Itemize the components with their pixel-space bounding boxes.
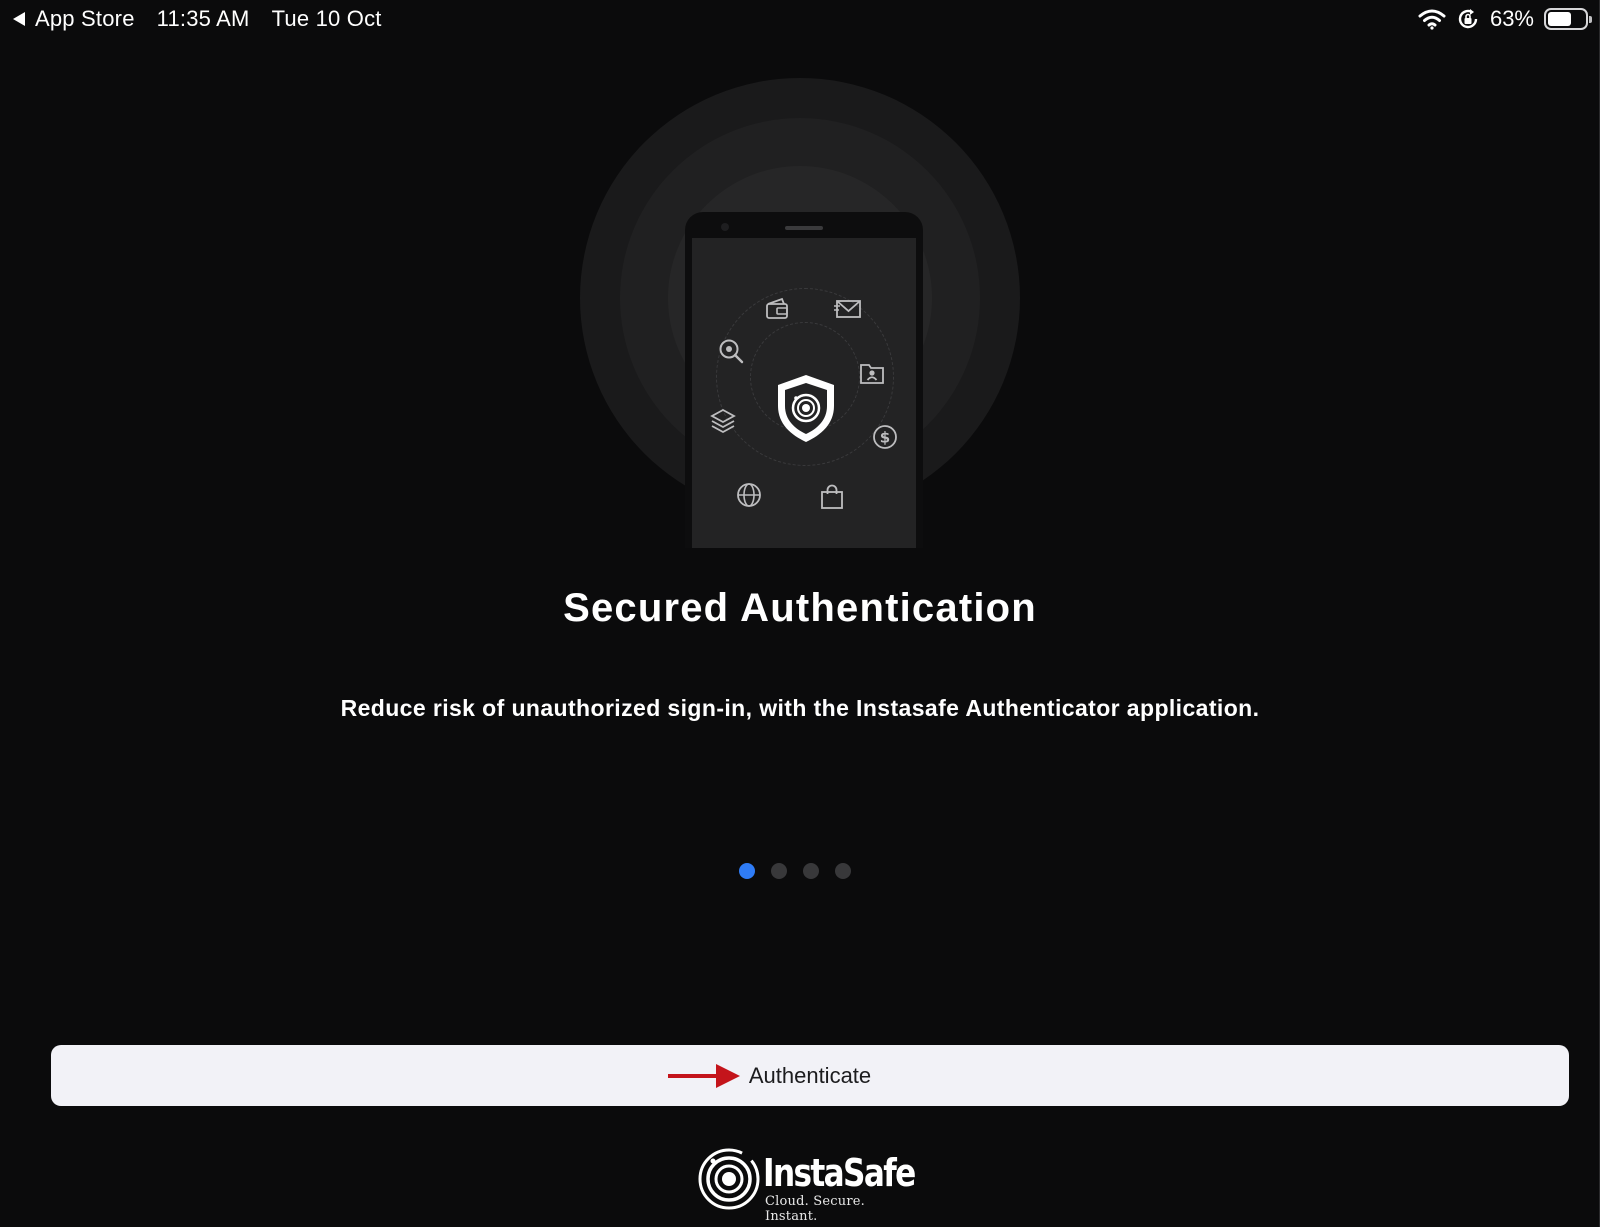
instasafe-logo-icon [698,1148,760,1210]
battery-percent: 63% [1489,6,1534,31]
authenticate-button-label: Authenticate [748,1062,872,1088]
status-left: App Store 11:35 AM Tue 10 Oct [12,6,382,32]
status-bar: App Store 11:35 AM Tue 10 Oct 63% [0,0,1600,40]
back-to-app-store-button[interactable]: App Store [12,6,135,32]
wifi-icon [1418,9,1446,30]
page-dot-3[interactable] [803,863,819,879]
annotation-arrow-icon [668,1064,740,1088]
onboarding-subtitle: Reduce risk of unauthorized sign-in, wit… [340,695,1260,721]
page-indicator[interactable] [739,863,867,879]
hero-illustration: $ [580,78,1020,548]
mail-icon [833,294,863,324]
shopping-bag-icon [817,482,847,512]
app-screen: App Store 11:35 AM Tue 10 Oct 63% $ Secu… [0,0,1600,1227]
battery-icon [1544,8,1592,30]
back-triangle-icon [13,12,25,26]
onboarding-title: Secured Authentication [563,586,1037,630]
wallet-icon [762,294,792,324]
brand-name: InstaSafe [763,1151,916,1195]
phone-screen: $ [692,238,916,548]
dollar-icon: $ [870,422,900,452]
authenticate-button[interactable]: Authenticate [51,1045,1569,1106]
orientation-lock-icon [1458,9,1478,29]
page-dot-2[interactable] [771,863,787,879]
phone-speaker [785,226,823,230]
battery-fill [1548,12,1571,26]
status-right: 63% [1408,6,1592,32]
status-date: Tue 10 Oct [271,6,382,31]
layers-icon [708,406,738,436]
shield-logo-icon [778,375,834,442]
back-app-label: App Store [35,6,135,31]
svg-text:$: $ [880,429,890,447]
contact-folder-icon [857,358,887,388]
page-dot-4[interactable] [835,863,851,879]
globe-icon [734,480,764,510]
status-time: 11:35 AM [156,6,250,31]
phone-camera [721,223,729,231]
battery-cap [1589,16,1592,23]
search-icon [716,336,746,366]
page-dot-1[interactable] [739,863,755,879]
brand-tagline: Cloud. Secure. Instant. [765,1194,865,1224]
phone-illustration: $ [685,212,923,548]
brand-logo: InstaSafe Cloud. Secure. Instant. [697,1147,916,1224]
